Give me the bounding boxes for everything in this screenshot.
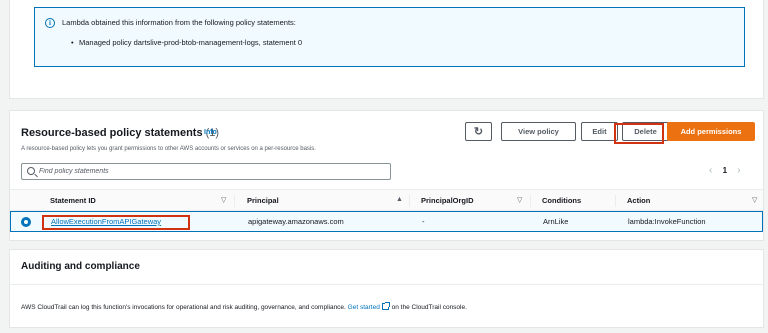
divider bbox=[10, 284, 763, 285]
column-principal[interactable]: Principal bbox=[247, 196, 279, 205]
auditing-panel: Auditing and compliance AWS CloudTrail c… bbox=[9, 249, 764, 328]
principal-cell: apigateway.amazonaws.com bbox=[248, 217, 344, 226]
principal-org-id-cell: - bbox=[422, 217, 425, 226]
sort-statement-id-icon[interactable]: ▽ bbox=[221, 196, 226, 204]
auditing-text-after: on the CloudTrail console. bbox=[391, 304, 467, 311]
search-input[interactable] bbox=[39, 164, 379, 179]
column-divider bbox=[530, 195, 531, 207]
delete-highlight-box bbox=[614, 123, 664, 144]
next-page-button[interactable]: › bbox=[737, 165, 740, 176]
info-link[interactable]: Info bbox=[204, 129, 217, 136]
get-started-link[interactable]: Get started bbox=[348, 304, 380, 311]
row-select-radio[interactable] bbox=[21, 217, 31, 227]
column-divider bbox=[409, 195, 410, 207]
info-alert-bullet: Managed policy dartslive-prod-btob-manag… bbox=[71, 38, 302, 47]
column-principal-org-id[interactable]: PrincipalOrgID bbox=[421, 196, 474, 205]
auditing-title: Auditing and compliance bbox=[21, 261, 140, 272]
resource-policy-description: A resource-based policy lets you grant p… bbox=[21, 146, 316, 152]
edit-button[interactable]: Edit bbox=[581, 122, 618, 141]
action-cell: lambda:InvokeFunction bbox=[628, 217, 706, 226]
table-row[interactable]: AllowExecutionFromAPIGateway apigateway.… bbox=[10, 211, 763, 232]
external-link-icon[interactable] bbox=[381, 302, 390, 310]
search-icon bbox=[27, 167, 35, 175]
auditing-text-before: AWS CloudTrail can log this function's i… bbox=[21, 304, 346, 311]
info-icon: i bbox=[45, 18, 55, 28]
search-box bbox=[21, 163, 391, 180]
column-action[interactable]: Action bbox=[627, 196, 650, 205]
page-number[interactable]: 1 bbox=[723, 166, 727, 175]
column-statement-id[interactable]: Statement ID bbox=[50, 196, 96, 205]
pagination: ‹ 1 › bbox=[709, 165, 749, 176]
sort-principal-org-id-icon[interactable]: ▽ bbox=[517, 196, 522, 204]
refresh-button[interactable]: ↻ bbox=[465, 122, 492, 141]
sort-action-icon[interactable]: ▽ bbox=[752, 196, 757, 204]
resource-policy-title: Resource-based policy statements (1) bbox=[21, 127, 219, 139]
info-alert-title: Lambda obtained this information from th… bbox=[62, 18, 296, 27]
resource-policy-panel: Resource-based policy statements (1) Inf… bbox=[9, 110, 764, 241]
statement-highlight-box bbox=[42, 215, 190, 230]
prev-page-button[interactable]: ‹ bbox=[709, 165, 712, 176]
resource-policy-title-text: Resource-based policy statements bbox=[21, 127, 203, 139]
add-permissions-button[interactable]: Add permissions bbox=[667, 122, 755, 141]
column-conditions[interactable]: Conditions bbox=[542, 196, 581, 205]
view-policy-button[interactable]: View policy bbox=[501, 122, 576, 141]
sort-principal-icon[interactable]: ▲ bbox=[396, 196, 403, 203]
conditions-cell: ArnLike bbox=[543, 217, 569, 226]
column-divider bbox=[234, 195, 235, 207]
info-alert: i Lambda obtained this information from … bbox=[34, 7, 745, 67]
column-divider bbox=[615, 195, 616, 207]
table-header: Statement ID ▽ Principal ▲ PrincipalOrgI… bbox=[10, 189, 763, 211]
auditing-text: AWS CloudTrail can log this function's i… bbox=[21, 302, 467, 311]
policy-info-panel: i Lambda obtained this information from … bbox=[9, 0, 764, 99]
